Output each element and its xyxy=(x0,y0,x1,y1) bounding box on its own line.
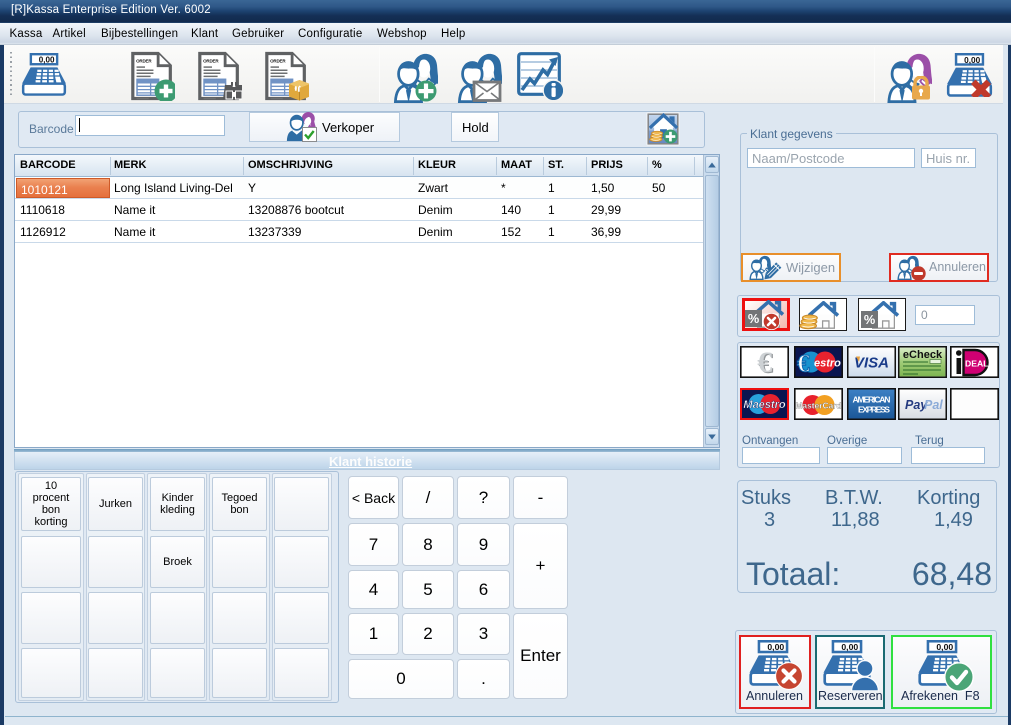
svg-text:EXPRESS: EXPRESS xyxy=(858,405,890,415)
svg-text:estro: estro xyxy=(814,358,841,370)
svg-text:€: € xyxy=(797,351,810,378)
svg-text:€: € xyxy=(757,346,772,378)
svg-text:Maestro: Maestro xyxy=(743,399,785,411)
svg-text:DEAL: DEAL xyxy=(965,358,988,368)
svg-text:Pal: Pal xyxy=(924,398,943,412)
svg-text:MasterCard: MasterCard xyxy=(795,401,841,411)
svg-text:AMERICAN: AMERICAN xyxy=(853,395,891,405)
